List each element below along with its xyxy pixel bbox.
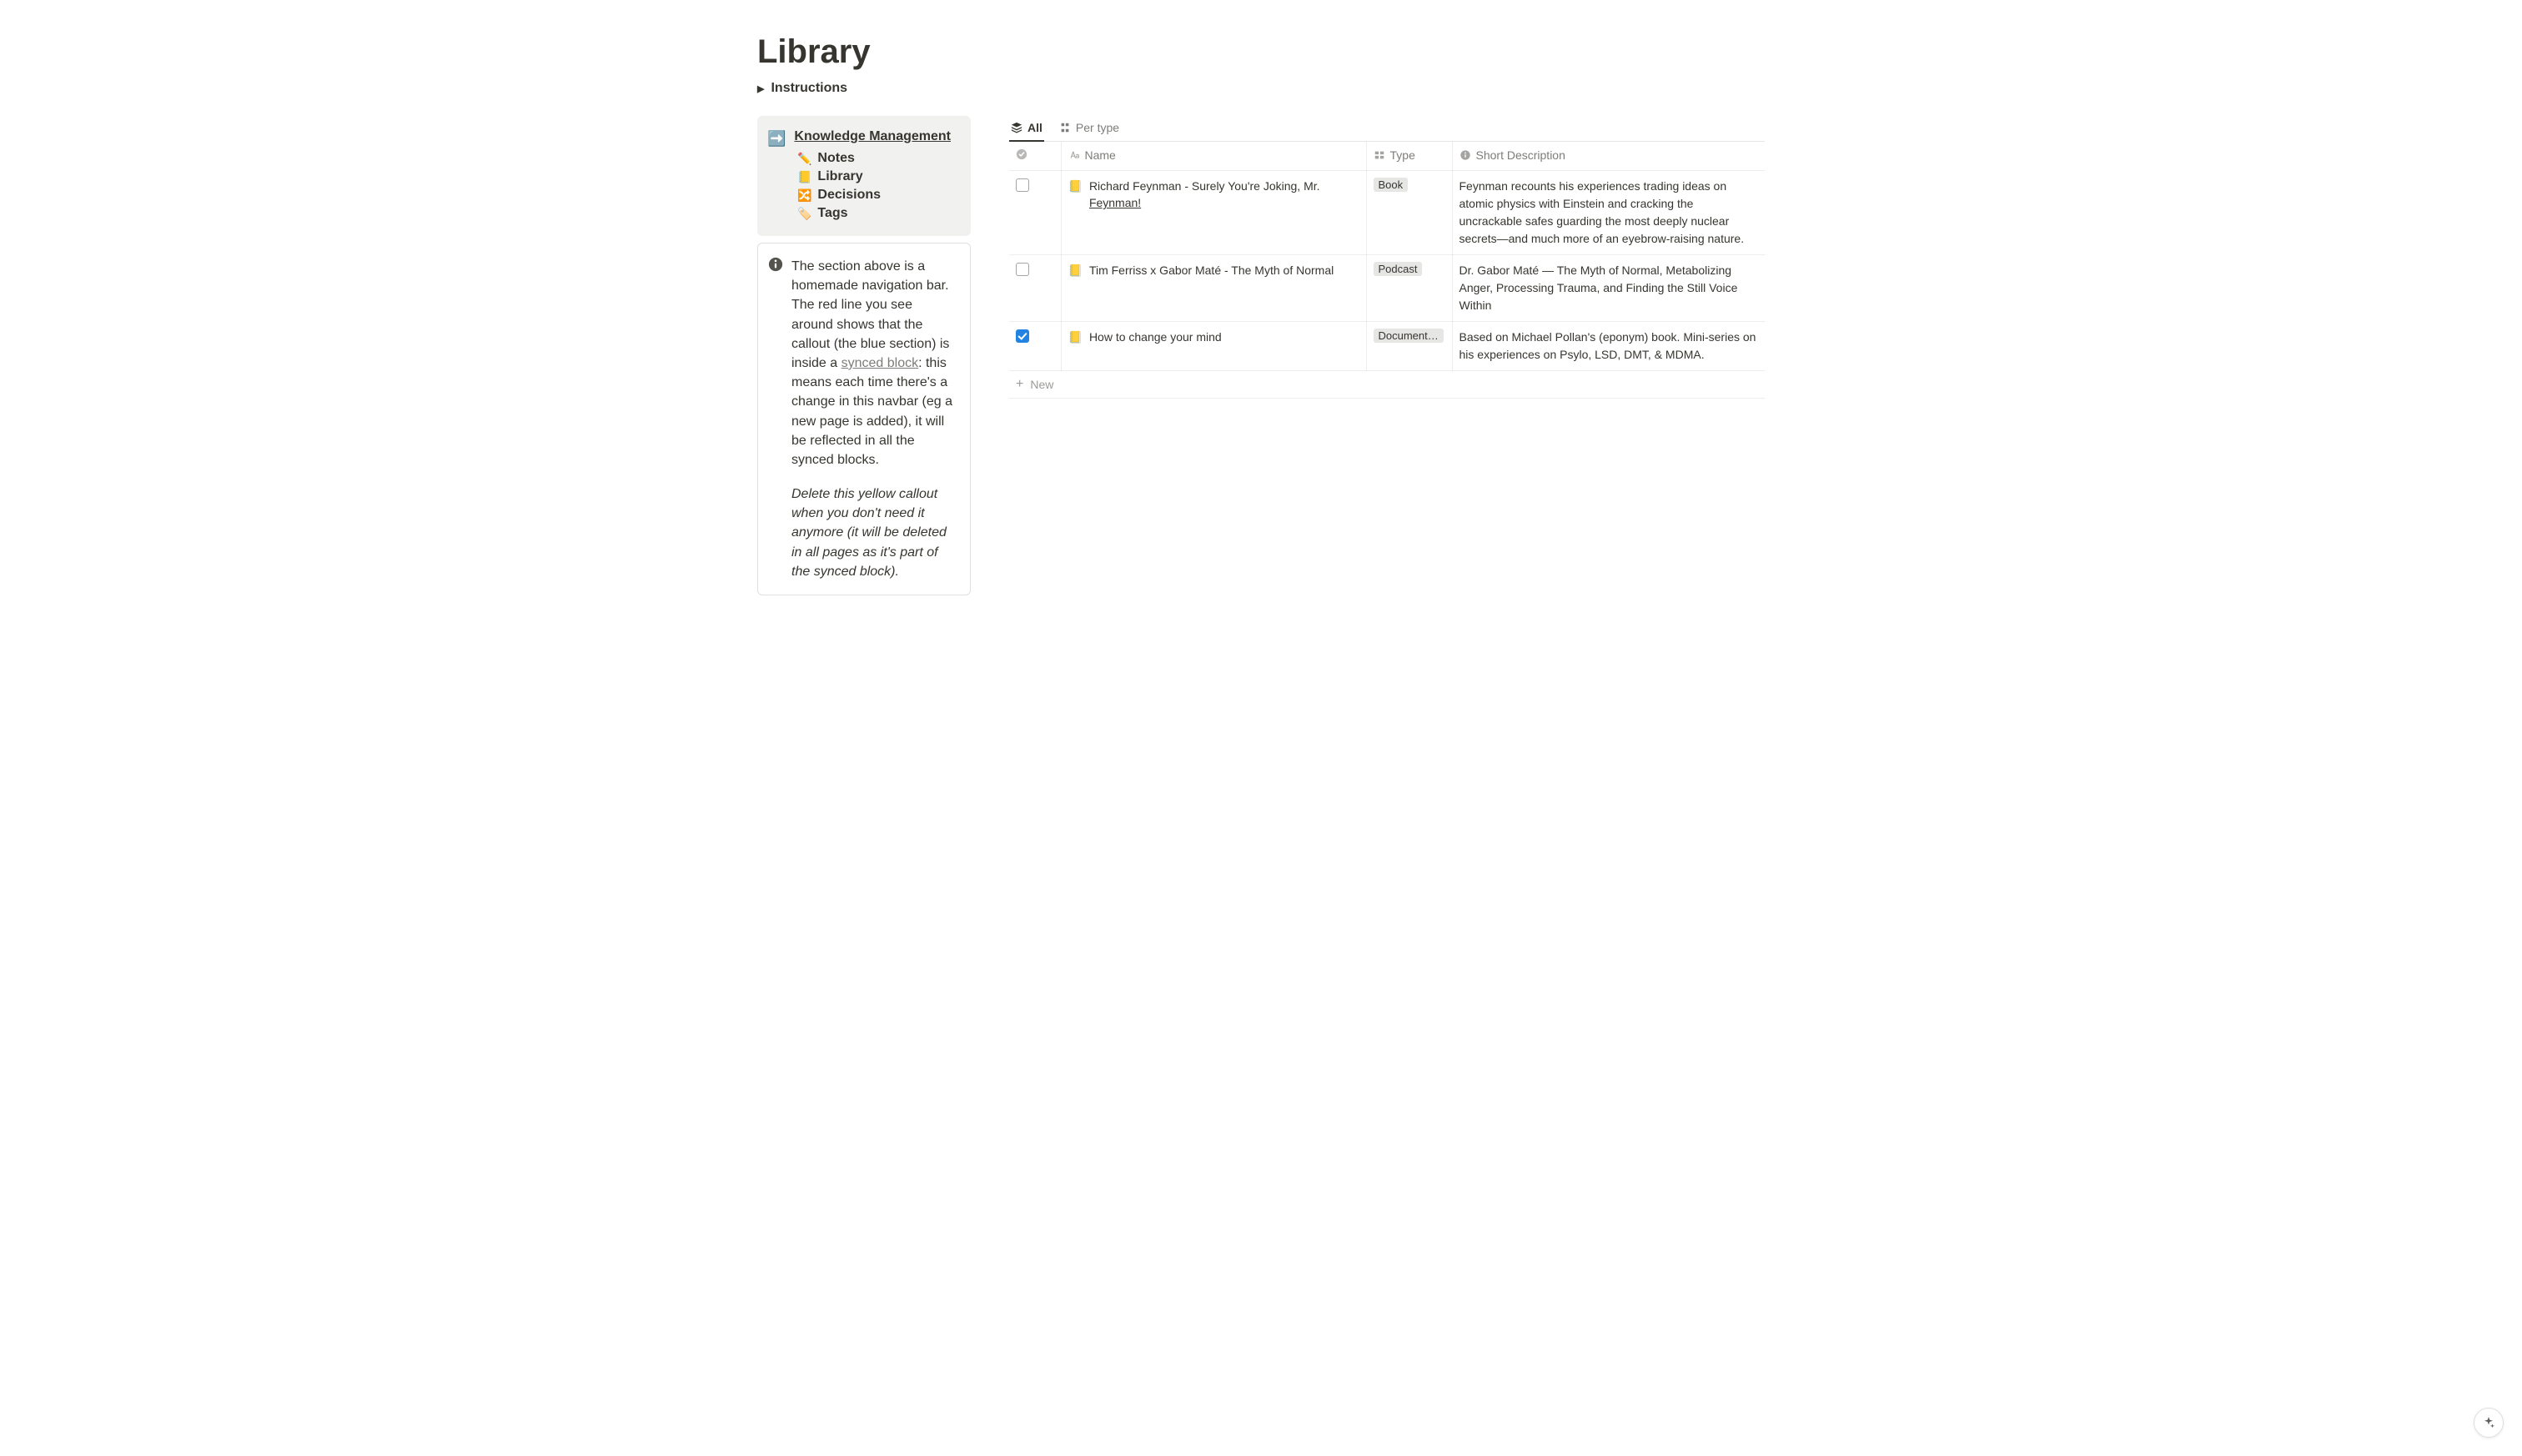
info-icon <box>768 257 783 272</box>
tab-all[interactable]: All <box>1009 116 1044 141</box>
table-row[interactable]: 📒 How to change your mind Document… Base… <box>1009 322 1765 371</box>
callout-text-italic: Delete this yellow callout when you don'… <box>791 484 957 581</box>
row-checkbox[interactable] <box>1016 263 1029 276</box>
shuffle-icon: 🔀 <box>797 188 811 203</box>
sidebar-item-label: Tags <box>817 206 847 221</box>
row-title[interactable]: Richard Feynman - Surely You're Joking, … <box>1089 178 1359 212</box>
sidebar: ➡️ Knowledge Management ✏️ Notes 📒 Libra… <box>757 116 971 595</box>
new-row-button[interactable]: + New <box>1009 371 1765 399</box>
type-tag: Podcast <box>1374 262 1423 276</box>
instructions-toggle[interactable]: ▶ Instructions <box>757 78 1765 99</box>
sidebar-item-notes[interactable]: ✏️ Notes <box>794 149 957 168</box>
sparkle-icon <box>2482 1416 2495 1429</box>
ai-assist-button[interactable] <box>2474 1408 2504 1438</box>
page-icon: 📒 <box>1068 329 1083 345</box>
view-tabs: All Per type <box>1009 116 1765 142</box>
tab-label: All <box>1027 121 1042 134</box>
column-header-label: Short Description <box>1476 148 1565 162</box>
column-header-label: Name <box>1085 148 1116 162</box>
page-title: Library <box>757 33 1765 71</box>
database-view: All Per type <box>1009 116 1765 399</box>
book-icon: 📒 <box>797 170 811 184</box>
layers-icon <box>1011 122 1022 133</box>
column-header-label: Type <box>1390 148 1415 162</box>
row-checkbox[interactable] <box>1016 329 1029 343</box>
plus-icon: + <box>1016 379 1023 390</box>
group-icon <box>1059 122 1071 133</box>
tab-per-type[interactable]: Per type <box>1058 116 1121 141</box>
column-header-description[interactable]: Short Description <box>1452 142 1765 171</box>
tab-label: Per type <box>1076 121 1119 134</box>
sidebar-item-tags[interactable]: 🏷️ Tags <box>794 204 957 223</box>
sidebar-item-label: Notes <box>817 151 854 166</box>
table-row[interactable]: 📒 Richard Feynman - Surely You're Joking… <box>1009 171 1765 255</box>
type-tag: Book <box>1374 178 1409 192</box>
sidebar-item-decisions[interactable]: 🔀 Decisions <box>794 186 957 204</box>
table-row[interactable]: 📒 Tim Ferriss x Gabor Maté - The Myth of… <box>1009 255 1765 322</box>
arrow-right-icon: ➡️ <box>767 129 786 223</box>
toggle-arrow-icon: ▶ <box>757 83 764 94</box>
column-header-done[interactable] <box>1009 142 1061 171</box>
new-row-label: New <box>1030 378 1053 391</box>
pencil-icon: ✏️ <box>797 152 811 166</box>
type-tag: Document… <box>1374 329 1444 343</box>
checkmark-circle-icon <box>1016 148 1027 160</box>
multiselect-icon <box>1374 149 1385 161</box>
column-header-name[interactable]: Name <box>1061 142 1366 171</box>
page-icon: 📒 <box>1068 262 1083 279</box>
row-description: Dr. Gabor Maté — The Myth of Normal, Met… <box>1459 262 1759 314</box>
row-title[interactable]: Tim Ferriss x Gabor Maté - The Myth of N… <box>1089 262 1334 279</box>
sidebar-item-library[interactable]: 📒 Library <box>794 168 957 186</box>
text-aa-icon <box>1068 149 1080 161</box>
row-checkbox[interactable] <box>1016 178 1029 192</box>
callout-text: The section above is a homemade navigati… <box>791 259 949 370</box>
column-header-type[interactable]: Type <box>1366 142 1452 171</box>
nav-heading-link[interactable]: Knowledge Management <box>794 129 957 144</box>
tag-icon: 🏷️ <box>797 207 811 221</box>
library-table: Name Type Short Descri <box>1009 142 1765 371</box>
synced-block-link[interactable]: synced block <box>842 356 919 370</box>
info-icon <box>1459 149 1471 161</box>
row-title[interactable]: How to change your mind <box>1089 329 1222 345</box>
page-icon: 📒 <box>1068 178 1083 212</box>
info-callout: The section above is a homemade navigati… <box>757 243 971 595</box>
sidebar-item-label: Decisions <box>817 188 881 203</box>
callout-text: : this means each time there's a change … <box>791 356 952 467</box>
instructions-toggle-label: Instructions <box>771 81 847 96</box>
nav-callout: ➡️ Knowledge Management ✏️ Notes 📒 Libra… <box>757 116 971 236</box>
row-description: Based on Michael Pollan's (eponym) book.… <box>1459 329 1759 364</box>
row-description: Feynman recounts his experiences trading… <box>1459 178 1759 248</box>
sidebar-item-label: Library <box>817 169 862 184</box>
